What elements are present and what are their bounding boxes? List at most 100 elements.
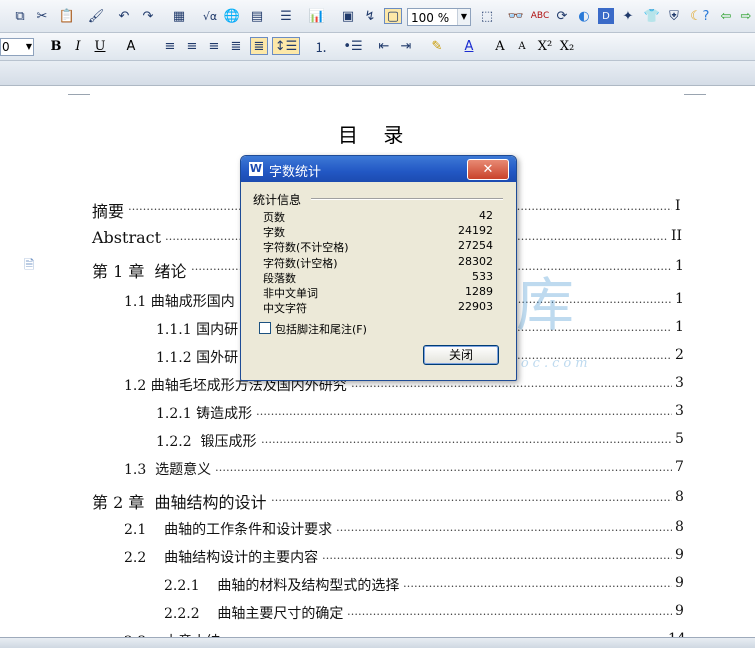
redo-icon[interactable]: ↷ <box>140 8 156 24</box>
toc-page-number: 1 <box>675 291 684 307</box>
stat-value: 24192 <box>458 224 493 238</box>
page-corner-mark <box>68 86 90 95</box>
doc-icon[interactable]: D <box>598 8 614 24</box>
status-bar <box>0 637 755 648</box>
underline-button[interactable]: U <box>92 38 108 54</box>
toc-page-number: 2 <box>675 347 684 363</box>
shield-icon[interactable]: ⛨ <box>666 8 682 24</box>
stat-value: 1289 <box>465 285 493 298</box>
toc-entry-text: 2.2.2 曲轴主要尺寸的确定 <box>164 606 344 622</box>
toc-leader-dots: …………………………………………………………………………………………………………… <box>322 549 672 562</box>
translate-icon[interactable]: ⟳ <box>554 8 570 24</box>
forward-arrow-icon[interactable]: ⇨ <box>738 8 754 24</box>
increase-indent-icon[interactable]: ⇥ <box>398 38 414 54</box>
toc-leader-dots: …………………………………………………………………………………………………………… <box>256 405 672 418</box>
toc-page-number: 9 <box>675 547 684 563</box>
shrink-font-icon[interactable]: A <box>514 38 530 54</box>
select-objects-icon[interactable]: ⬚ <box>478 8 496 24</box>
toc-entry-text: 1.1 曲轴成形国内 <box>124 294 235 310</box>
zoom-select[interactable]: 100 % ▼ <box>407 8 471 26</box>
toc-entry-text: 1.2.1 铸造成形 <box>156 406 253 422</box>
toc-page-number: 8 <box>675 519 684 535</box>
insert-table-icon[interactable]: ▤ <box>246 8 268 24</box>
standard-toolbar: ⧉ ✂ 📋 🖌 ↶ ↷ ▦ √α 🌐 ▤ ☰ 📊 ▣ ↯ ▢ 100 % ▼ ⬚… <box>0 0 755 33</box>
decrease-indent-icon[interactable]: ⇤ <box>376 38 392 54</box>
copy-icon[interactable]: ⧉ <box>12 8 28 24</box>
stat-label: 段落数 <box>263 271 296 285</box>
shirt-icon[interactable]: 👕 <box>644 8 660 24</box>
chevron-down-icon[interactable]: ▼ <box>26 39 32 55</box>
distributed-align-icon[interactable]: ≣ <box>250 37 268 55</box>
help-icon[interactable]: ? <box>698 8 714 24</box>
toc-page-number: II <box>671 228 683 244</box>
subscript-icon[interactable]: X₂ <box>558 38 576 54</box>
stat-value: 22903 <box>458 300 493 314</box>
toc-entry-text: 1.1.1 国内研 <box>156 322 239 338</box>
toc-page-number: 3 <box>675 375 684 391</box>
toc-leader-dots: …………………………………………………………………………………………………………… <box>403 577 672 590</box>
paste-icon[interactable]: 📋 <box>56 8 78 24</box>
table-icon[interactable]: ▦ <box>168 8 190 24</box>
stat-value: 533 <box>472 269 493 283</box>
bullets-icon[interactable]: •☰ <box>343 38 362 54</box>
frame-icon[interactable]: ▢ <box>384 8 402 24</box>
numbering-icon[interactable]: ⒈ <box>312 38 330 56</box>
chart-icon[interactable]: 📊 <box>308 8 326 24</box>
toc-entry-text: Abstract <box>92 228 162 247</box>
align-right-icon[interactable]: ≡ <box>206 38 222 54</box>
bold-button[interactable]: B <box>48 38 64 54</box>
chevron-down-icon[interactable]: ▼ <box>457 9 470 25</box>
stat-label: 字符数(不计空格) <box>263 241 349 255</box>
format-painter-icon[interactable]: 🖌 <box>88 8 105 24</box>
toc-entry-text: 摘要 <box>92 202 125 221</box>
cut-icon[interactable]: ✂ <box>34 8 50 24</box>
office-icon[interactable]: ◐ <box>576 8 592 24</box>
toc-leader-dots: …………………………………………………………………………………………………………… <box>271 491 672 504</box>
superscript-icon[interactable]: X² <box>536 38 554 54</box>
undo-icon[interactable]: ↶ <box>116 8 132 24</box>
char-shading-icon[interactable]: A <box>122 38 140 54</box>
toc-page-number: 9 <box>675 603 684 619</box>
toc-entry-text: 第 2 章 曲轴结构的设计 <box>92 493 267 512</box>
puzzle-icon[interactable]: ✦ <box>620 8 636 24</box>
align-center-icon[interactable]: ≡ <box>184 38 200 54</box>
toc-page-number: 3 <box>675 403 684 419</box>
grow-font-icon[interactable]: A <box>492 38 508 54</box>
italic-button[interactable]: I <box>70 38 86 54</box>
align-left-icon[interactable]: ≡ <box>162 38 178 54</box>
toc-entry-text: 1.2.2 锻压成形 <box>156 434 257 450</box>
wps-logo-icon: W <box>249 162 263 176</box>
stat-label: 页数 <box>263 211 285 224</box>
close-button[interactable]: 关闭 <box>423 345 499 365</box>
spellcheck-icon[interactable]: ABC <box>530 8 550 24</box>
stat-label: 中文字符 <box>263 302 307 316</box>
hyperlink-icon[interactable]: 🌐 <box>224 8 240 24</box>
toc-leader-dots: …………………………………………………………………………………………………………… <box>261 433 672 446</box>
font-color-icon[interactable]: A <box>460 38 478 54</box>
include-footnotes-label[interactable]: 包括脚注和尾注(F) <box>275 321 367 337</box>
stat-label: 字数 <box>263 226 285 240</box>
stat-value: 42 <box>479 209 493 222</box>
toc-leader-dots: …………………………………………………………………………………………………………… <box>215 461 672 474</box>
document-side-icon[interactable]: 🗎 <box>24 256 36 273</box>
close-icon[interactable]: ✕ <box>467 159 509 180</box>
columns-icon[interactable]: ☰ <box>278 8 294 24</box>
formula-icon[interactable]: √α <box>200 8 220 24</box>
binoculars-icon[interactable]: 👓 <box>508 8 524 24</box>
stat-label: 非中文单词 <box>263 287 318 300</box>
toc-entry-text: 2.2 曲轴结构设计的主要内容 <box>124 550 319 566</box>
highlight-icon[interactable]: ✎ <box>428 38 446 54</box>
toc-entry-text: 2.2.1 曲轴的材料及结构型式的选择 <box>164 578 400 594</box>
toc-entry-text: 1.3 选题意义 <box>124 462 212 478</box>
justify-icon[interactable]: ≣ <box>228 38 244 54</box>
include-footnotes-checkbox[interactable] <box>259 322 271 334</box>
show-marks-icon[interactable]: ↯ <box>362 8 378 24</box>
toolbar-background <box>0 61 755 86</box>
page-corner-mark <box>684 86 706 95</box>
dialog-titlebar[interactable]: W 字数统计 ✕ <box>241 156 516 182</box>
font-size-select[interactable]: 0 ▼ <box>0 38 34 56</box>
line-spacing-icon[interactable]: ↕☰ <box>272 37 300 55</box>
back-arrow-icon[interactable]: ⇦ <box>718 8 734 24</box>
drawing-icon[interactable]: ▣ <box>340 8 356 24</box>
zoom-value: 100 % <box>411 11 450 25</box>
